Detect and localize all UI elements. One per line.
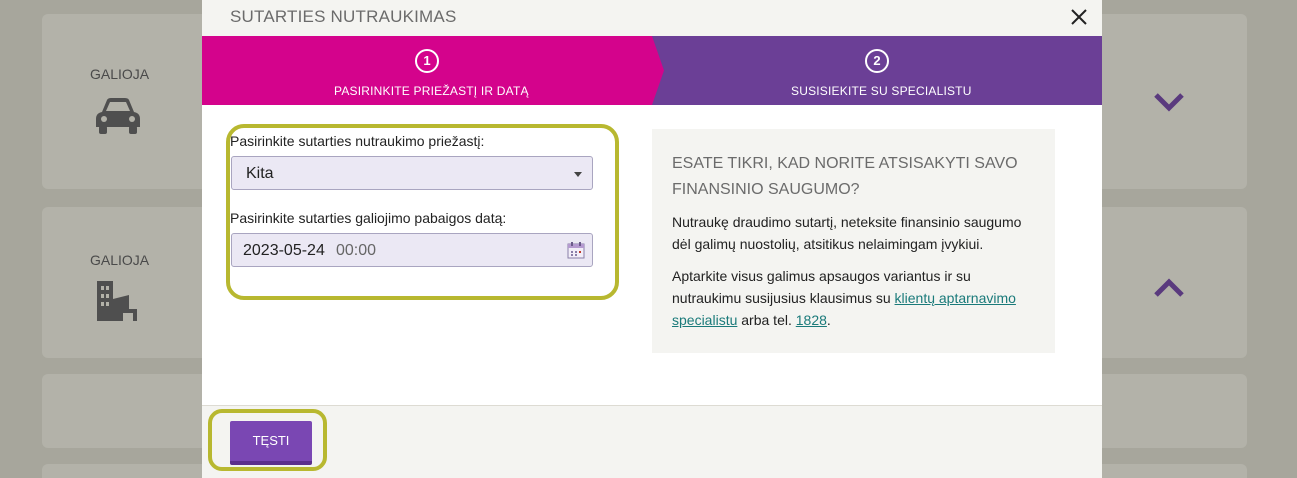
modal-title: SUTARTIES NUTRAUKIMAS [230,7,457,26]
step-1-number: 1 [415,49,439,73]
info-paragraph-1: Nutraukę draudimo sutartį, neteksite fin… [672,214,1022,252]
termination-modal: SUTARTIES NUTRAUKIMAS 2 SUSISIEKITE SU S… [202,0,1102,478]
date-value: 2023-05-24 [243,242,325,259]
info-panel: ESATE TIKRI, KAD NORITE ATSISAKYTI SAVO … [652,129,1055,353]
caret-down-icon [574,172,582,177]
step-1-label: PASIRINKITE PRIEŽASTĮ IR DATĄ [334,84,529,98]
reason-label: Pasirinkite sutarties nutraukimo priežas… [230,133,485,149]
reason-select[interactable]: Kita [231,156,593,190]
modal-footer: TĘSTI [202,405,1102,478]
building-icon [97,281,139,326]
time-value: 00:00 [336,242,377,259]
info-heading: ESATE TIKRI, KAD NORITE ATSISAKYTI SAVO … [672,155,1018,198]
info-paragraph-2-suffix: . [826,312,831,328]
background-status-2: GALIOJA [90,252,150,268]
reason-select-value: Kita [246,165,274,182]
modal-header: SUTARTIES NUTRAUKIMAS [202,0,1102,36]
continue-button[interactable]: TĘSTI [230,421,312,465]
end-date-input[interactable]: 2023-05-24 00:00 [231,233,593,267]
step-2-label: SUSISIEKITE SU SPECIALISTU [791,84,972,98]
date-label: Pasirinkite sutarties galiojimo pabaigos… [230,210,507,226]
chevron-up-icon[interactable] [1153,278,1185,303]
phone-link[interactable]: 1828 [796,312,827,328]
step-1: 1 PASIRINKITE PRIEŽASTĮ IR DATĄ [202,36,664,105]
step-2-number: 2 [865,49,889,73]
car-icon [92,94,144,141]
info-paragraph-2: Aptarkite visus galimus apsaugos variant… [672,265,1042,331]
calendar-icon[interactable] [567,241,585,264]
close-icon[interactable] [1068,6,1090,28]
background-status-1: GALIOJA [90,66,150,82]
step-indicator: 2 SUSISIEKITE SU SPECIALISTU 1 PASIRINKI… [202,36,1102,105]
info-paragraph-2-mid: arba tel. [737,312,796,328]
chevron-down-icon[interactable] [1153,92,1185,117]
